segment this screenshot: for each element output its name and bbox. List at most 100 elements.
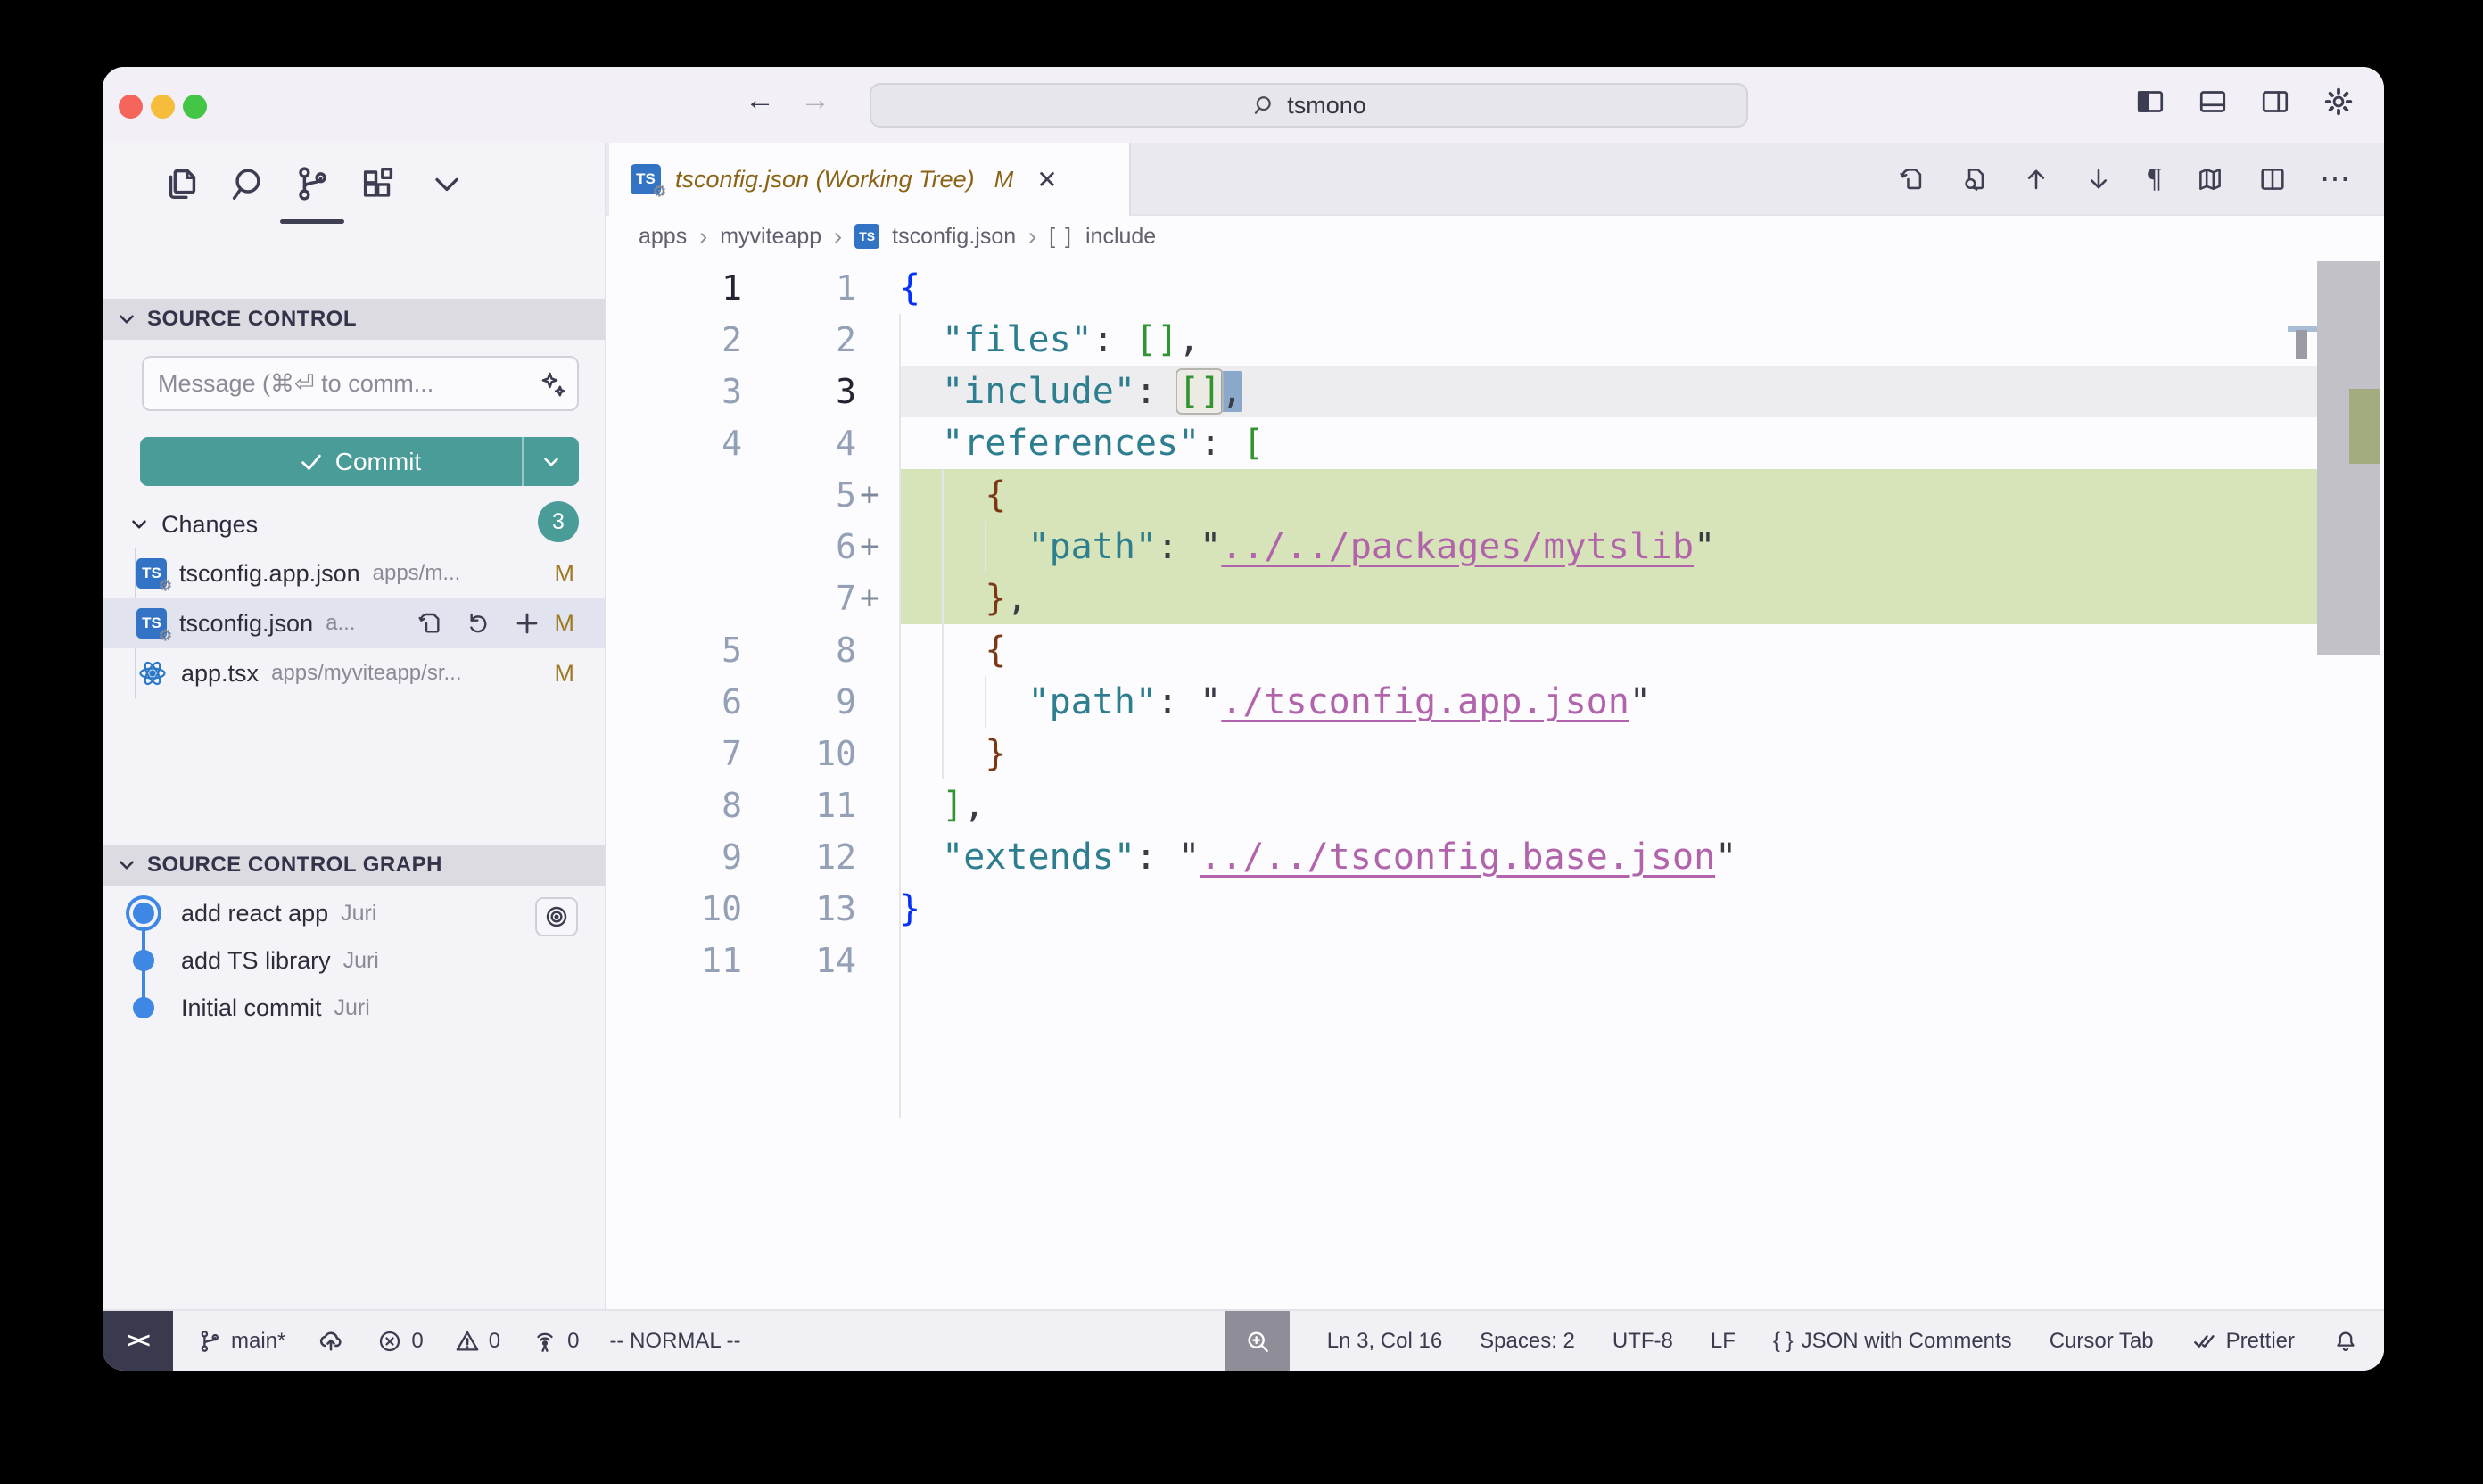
breadcrumb-include[interactable]: include: [1085, 224, 1156, 250]
gear-icon[interactable]: [2322, 85, 2355, 119]
original-line-number: 11: [606, 935, 742, 986]
code-line-5[interactable]: 5+ {: [606, 469, 2384, 521]
status-item-cloud-upload[interactable]: [316, 1326, 346, 1356]
status-item-normal[interactable]: -- NORMAL --: [609, 1329, 740, 1354]
code-editor[interactable]: 11{22 "files": [],33 "include": [],44 "r…: [606, 257, 2384, 1309]
status-label: Prettier: [2226, 1329, 2295, 1354]
code-line-4[interactable]: 44 "references": [: [606, 417, 2384, 469]
code-line-6[interactable]: 6+ "path": "../../packages/mytslib": [606, 521, 2384, 573]
file-search-icon[interactable]: [1959, 164, 1989, 194]
tsconfig-file-icon: TS: [854, 224, 879, 249]
commit-message-input[interactable]: [142, 356, 579, 411]
tab-bar: TS⚙ tsconfig.json (Working Tree) M ✕ ¶ ⋯: [606, 143, 2384, 216]
code-text: {: [899, 469, 1006, 521]
minimize-window-button[interactable]: [151, 95, 175, 119]
modified-line-number: 12: [749, 831, 856, 883]
breadcrumb-tsconfig-json[interactable]: tsconfig.json: [892, 224, 1016, 250]
search-icon: [1251, 92, 1278, 119]
modified-line-number: 7: [749, 573, 856, 624]
activity-item-explorer[interactable]: [157, 159, 207, 209]
commit-dropdown-button[interactable]: [522, 437, 579, 486]
plus-icon[interactable]: [512, 608, 542, 639]
commit-button[interactable]: Commit: [140, 437, 579, 486]
chevron-right-icon: ›: [699, 223, 707, 251]
commit-dot: [133, 950, 154, 971]
source-control-graph-title: SOURCE CONTROL GRAPH: [147, 853, 442, 878]
changes-section-header[interactable]: Changes: [103, 502, 605, 547]
code-line-10[interactable]: 710 }: [606, 728, 2384, 779]
chevron-down-icon: [115, 308, 138, 331]
layout-panel-icon[interactable]: [2197, 85, 2229, 119]
source-control-header[interactable]: SOURCE CONTROL: [103, 299, 605, 340]
status-label: -- NORMAL --: [609, 1329, 740, 1354]
status-label: Ln 3, Col 16: [1327, 1329, 1442, 1354]
status-item-0[interactable]: 0: [454, 1328, 500, 1355]
code-line-9[interactable]: 69 "path": "./tsconfig.app.json": [606, 676, 2384, 728]
commit-message: add TS library: [181, 947, 331, 975]
remote-indicator[interactable]: ><: [103, 1311, 173, 1371]
change-row-tsconfig.json[interactable]: TS⚙tsconfig.jsona...M: [103, 598, 605, 648]
commit-row-add-TS-library[interactable]: add TS library Juri: [103, 937, 605, 985]
original-line-number: 5: [606, 624, 742, 676]
status-item-spaces-2[interactable]: Spaces: 2: [1480, 1329, 1575, 1354]
original-line-number: 3: [606, 366, 742, 417]
maximize-window-button[interactable]: [183, 95, 207, 119]
code-line-11[interactable]: 811 ],: [606, 779, 2384, 831]
source-control-graph-header[interactable]: SOURCE CONTROL GRAPH: [103, 845, 605, 886]
activity-item-source-control[interactable]: [287, 159, 337, 209]
go-to-file-icon[interactable]: [416, 608, 444, 639]
commit-row-add-react-app[interactable]: add react appJuri: [103, 890, 605, 937]
code-line-3[interactable]: 33 "include": [],: [606, 366, 2384, 417]
close-window-button[interactable]: [119, 95, 143, 119]
sparkle-icon[interactable]: [538, 369, 568, 400]
status-item-bell[interactable]: [2332, 1328, 2359, 1355]
zoom-indicator[interactable]: [1225, 1311, 1290, 1371]
tab-tsconfig-json-working-tree[interactable]: TS⚙ tsconfig.json (Working Tree) M ✕: [609, 143, 1131, 216]
map-icon[interactable]: [2195, 164, 2225, 194]
commit-author: Juri: [343, 948, 379, 974]
pilcrow-icon[interactable]: ¶: [2146, 164, 2163, 195]
discard-icon[interactable]: [464, 608, 492, 639]
modified-status-badge: M: [555, 660, 575, 688]
ellipsis-icon[interactable]: ⋯: [2320, 161, 2352, 197]
change-row-app.tsx[interactable]: app.tsxapps/myviteapp/sr...M: [103, 648, 605, 698]
code-line-1[interactable]: 11{: [606, 262, 2384, 314]
activity-item-extensions[interactable]: [353, 159, 403, 209]
close-icon[interactable]: ✕: [1036, 165, 1057, 194]
layout-sidebar-right-icon[interactable]: [2259, 85, 2291, 119]
command-center-search[interactable]: tsmono: [870, 83, 1748, 128]
sidebar: SOURCE CONTROL Commit Changes 3 TS⚙tscon…: [103, 143, 606, 1309]
code-line-13[interactable]: 1013}: [606, 883, 2384, 935]
status-item-cursor-tab[interactable]: Cursor Tab: [2050, 1329, 2154, 1354]
arrow-down-icon[interactable]: [2083, 164, 2114, 194]
code-line-8[interactable]: 58 {: [606, 624, 2384, 676]
status-item-prettier[interactable]: Prettier: [2191, 1328, 2295, 1355]
breadcrumb-apps[interactable]: apps: [639, 224, 687, 250]
status-item-utf-8[interactable]: UTF-8: [1613, 1329, 1673, 1354]
status-item-0[interactable]: 0: [531, 1327, 579, 1356]
change-row-tsconfig.app.json[interactable]: TS⚙tsconfig.app.jsonapps/m...M: [103, 548, 605, 598]
code-line-7[interactable]: 7+ },: [606, 573, 2384, 624]
layout-sidebar-left-icon[interactable]: [2134, 85, 2166, 119]
status-item-main[interactable]: main*: [196, 1328, 285, 1355]
split-editor-icon[interactable]: [2257, 164, 2288, 194]
status-item-ln-3-col-16[interactable]: Ln 3, Col 16: [1327, 1329, 1442, 1354]
commit-row-Initial-commit[interactable]: Initial commitJuri: [103, 985, 605, 1032]
activity-item-more[interactable]: [422, 159, 472, 209]
status-item-0[interactable]: 0: [376, 1328, 423, 1355]
forward-arrow-icon[interactable]: →: [800, 83, 830, 118]
status-item-json-with-comments[interactable]: { }JSON with Comments: [1773, 1329, 2012, 1354]
code-line-2[interactable]: 22 "files": [],: [606, 314, 2384, 366]
tsconfig-file-icon: TS⚙: [136, 608, 167, 639]
activity-item-search[interactable]: [222, 159, 272, 209]
back-arrow-icon[interactable]: ←: [745, 83, 775, 118]
code-line-14[interactable]: 1114: [606, 935, 2384, 986]
open-changes-icon[interactable]: [1896, 164, 1926, 194]
breadcrumb-myviteapp[interactable]: myviteapp: [720, 224, 821, 250]
original-line-number: 2: [606, 314, 742, 366]
status-label: 0: [567, 1329, 579, 1354]
code-line-12[interactable]: 912 "extends": "../../tsconfig.base.json…: [606, 831, 2384, 883]
arrow-up-icon[interactable]: [2021, 164, 2051, 194]
status-item-lf[interactable]: LF: [1711, 1329, 1736, 1354]
goto-current-history-item-button[interactable]: [535, 897, 578, 936]
